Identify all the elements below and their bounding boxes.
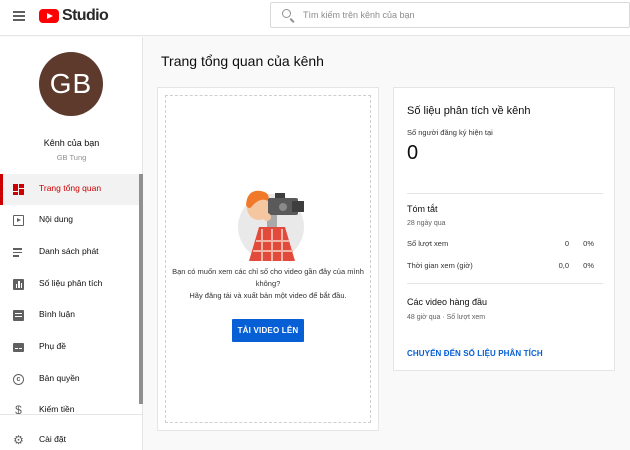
analytics-icon [13,279,24,290]
sidebar-item-copyright[interactable]: c Bản quyền [0,364,139,395]
sidebar-item-label: Số liệu phân tích [39,278,103,288]
dashboard-icon [13,184,24,195]
views-change: 0% [583,239,594,248]
analytics-card-title: Số liệu phân tích về kênh [407,105,531,117]
search-icon[interactable] [282,9,291,18]
menu-icon[interactable] [13,11,25,21]
subscribers-label: Số người đăng ký hiện tại [407,128,493,137]
videographer-illustration [238,190,304,261]
watch-time-value: 0,0 [558,261,569,270]
channel-label: Kênh của bạn [43,138,100,148]
sidebar-item-label: Kiếm tiền [39,404,75,414]
upload-video-button[interactable]: TẢI VIDEO LÊN [232,319,304,342]
channel-analytics-card: Số liệu phân tích về kênh Số người đăng … [393,87,615,371]
sidebar-item-settings[interactable]: ⚙ Cài đặt [0,425,139,450]
sidebar-scrollbar[interactable] [139,174,143,404]
sidebar-item-dashboard[interactable]: Trang tổng quan [0,174,139,205]
divider [407,283,603,284]
sidebar-item-label: Phụ đề [39,341,66,351]
watch-time-change: 0% [583,261,594,270]
sidebar-item-label: Nội dung [39,214,74,224]
sidebar-item-comments[interactable]: Bình luận [0,300,139,331]
summary-title: Tóm tắt [407,204,438,214]
sidebar-item-label: Bản quyền [39,373,80,383]
brand-text: Studio [62,7,109,24]
playlist-icon [13,247,24,258]
top-bar: Studio [0,0,630,36]
sidebar-item-analytics[interactable]: Số liệu phân tích [0,269,139,300]
upload-prompt-line2: Hãy đăng tải và xuất bản một video để bắ… [189,291,347,300]
avatar[interactable]: GB [39,52,103,116]
sidebar-item-label: Trang tổng quan [39,183,102,193]
gear-icon: ⚙ [13,433,24,447]
channel-name: GB Tung [56,153,87,162]
subtitles-icon [13,343,24,352]
upload-prompt: Bạn có muốn xem các chỉ số cho video gần… [168,266,368,302]
views-label: Số lượt xem [407,239,449,248]
sidebar-item-label: Danh sách phát [39,246,99,256]
watch-time-label: Thời gian xem (giờ) [407,261,473,270]
search-box[interactable] [270,2,630,28]
sidebar: GB Kênh của bạn GB Tung Trang tổng quan … [0,37,143,450]
go-to-analytics-link[interactable]: CHUYỂN ĐẾN SỐ LIỆU PHÂN TÍCH [407,349,543,358]
upload-prompt-line1: Bạn có muốn xem các chỉ số cho video gần… [172,267,364,288]
top-videos-subtitle: 48 giờ qua · Số lượt xem [407,314,486,321]
sidebar-item-label: Bình luận [39,309,75,319]
sidebar-item-playlists[interactable]: Danh sách phát [0,237,139,268]
summary-period: 28 ngày qua [407,220,446,227]
copyright-icon: c [13,374,24,385]
comments-icon [13,310,24,321]
youtube-logo-icon [39,9,59,23]
search-input[interactable] [303,6,613,24]
sidebar-item-label: Cài đặt [39,434,66,444]
sidebar-item-content[interactable]: Nội dung [0,205,139,236]
page-title: Trang tổng quan của kênh [161,53,324,69]
top-videos-title: Các video hàng đầu [407,297,488,307]
sidebar-divider [0,414,143,415]
youtube-studio-logo[interactable]: Studio [39,7,109,25]
content-icon [13,215,24,226]
divider [407,193,603,194]
views-value: 0 [564,239,569,248]
sidebar-item-monetization[interactable]: $ Kiếm tiền [0,395,139,426]
sidebar-item-subtitles[interactable]: Phụ đề [0,332,139,363]
subscribers-value: 0 [407,142,419,164]
